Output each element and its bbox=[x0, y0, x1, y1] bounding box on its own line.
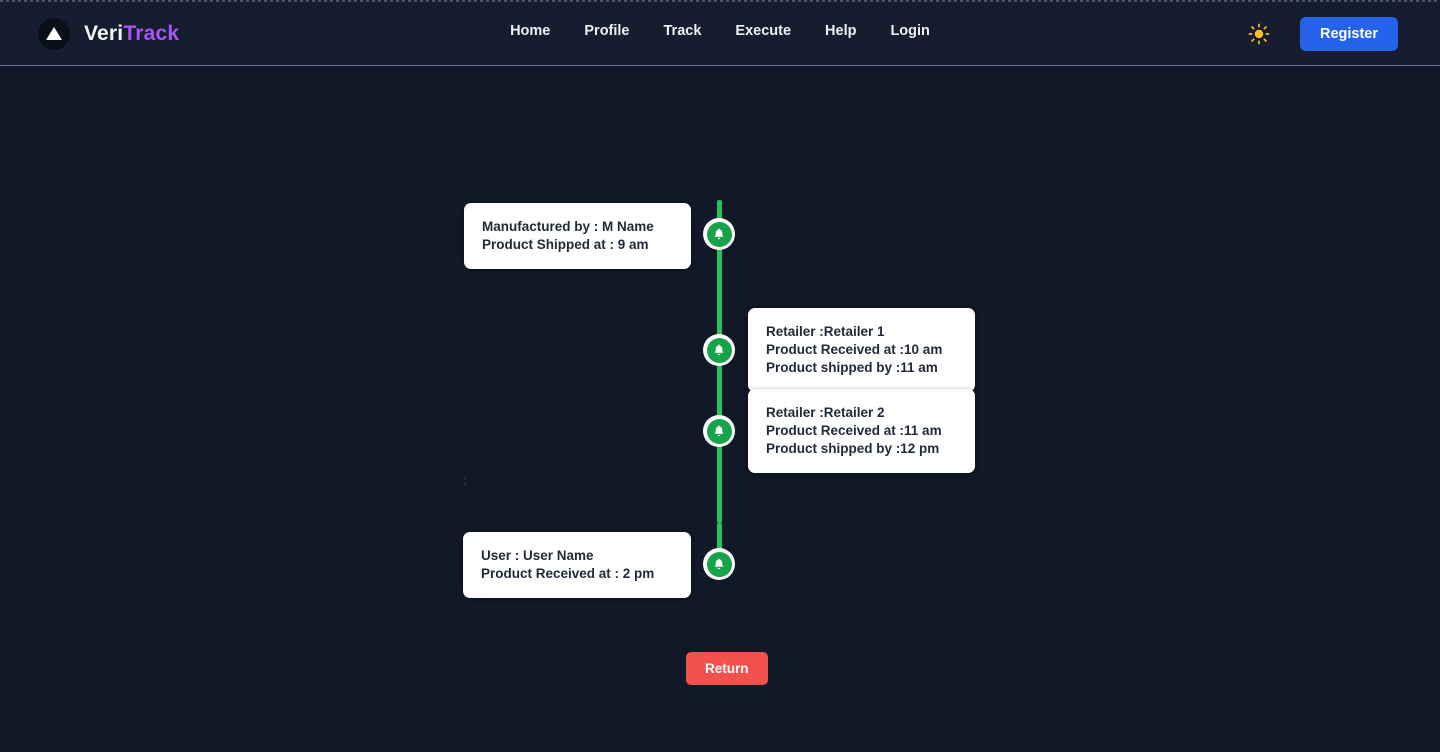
card-line: Product Received at : 2 pm bbox=[481, 566, 655, 581]
timeline-marker-retailer-1[interactable] bbox=[703, 334, 735, 366]
brand-logo[interactable]: VeriTrack bbox=[38, 17, 179, 50]
sun-icon bbox=[1248, 23, 1270, 44]
timeline-card-user: User : User Name Product Received at : 2… bbox=[463, 532, 691, 598]
card-line: Manufactured by : M Name bbox=[482, 219, 654, 234]
nav-item-login[interactable]: Login bbox=[890, 23, 929, 39]
card-line: Retailer :Retailer 1 bbox=[766, 324, 885, 339]
nav-item-execute[interactable]: Execute bbox=[735, 23, 791, 39]
card-line: Product shipped by :11 am bbox=[766, 360, 938, 375]
triangle-logo-icon bbox=[38, 17, 70, 50]
register-button[interactable]: Register bbox=[1299, 16, 1398, 51]
return-button[interactable]: Return bbox=[686, 652, 768, 685]
brand-name-track: Track bbox=[123, 21, 180, 45]
timeline-card-retailer-2: Retailer :Retailer 2 Product Received at… bbox=[748, 389, 975, 473]
nav-item-track[interactable]: Track bbox=[664, 23, 702, 39]
bell-icon bbox=[706, 221, 732, 247]
timeline-card-manufacturer: Manufactured by : M Name Product Shipped… bbox=[464, 203, 691, 269]
timeline-marker-retailer-2[interactable] bbox=[703, 415, 735, 447]
app-header: VeriTrack Home Profile Track Execute Hel… bbox=[0, 2, 1440, 66]
stray-text-artifact: ; bbox=[463, 472, 468, 487]
theme-toggle-button[interactable] bbox=[1246, 21, 1272, 47]
timeline-marker-manufacturer[interactable] bbox=[703, 218, 735, 250]
brand-name-veri: Veri bbox=[84, 21, 124, 45]
card-line: Product Received at :11 am bbox=[766, 423, 942, 438]
card-line: Retailer :Retailer 2 bbox=[766, 405, 885, 420]
brand-name: VeriTrack bbox=[84, 22, 179, 46]
card-line: Product Shipped at : 9 am bbox=[482, 237, 649, 252]
timeline-marker-user[interactable] bbox=[703, 548, 735, 580]
header-actions: Register bbox=[1246, 16, 1398, 51]
timeline-card-retailer-1: Retailer :Retailer 1 Product Received at… bbox=[748, 308, 975, 392]
bell-icon bbox=[706, 337, 732, 363]
bell-icon bbox=[706, 551, 732, 577]
card-line: Product Received at :10 am bbox=[766, 342, 943, 357]
card-line: Product shipped by :12 pm bbox=[766, 441, 940, 456]
nav-item-help[interactable]: Help bbox=[825, 23, 856, 39]
track-timeline-stage: Manufactured by : M Name Product Shipped… bbox=[0, 67, 1440, 752]
nav-item-home[interactable]: Home bbox=[510, 23, 550, 39]
bell-icon bbox=[706, 418, 732, 444]
card-line: User : User Name bbox=[481, 548, 594, 563]
nav-item-profile[interactable]: Profile bbox=[584, 23, 629, 39]
main-navigation: Home Profile Track Execute Help Login bbox=[510, 23, 930, 39]
